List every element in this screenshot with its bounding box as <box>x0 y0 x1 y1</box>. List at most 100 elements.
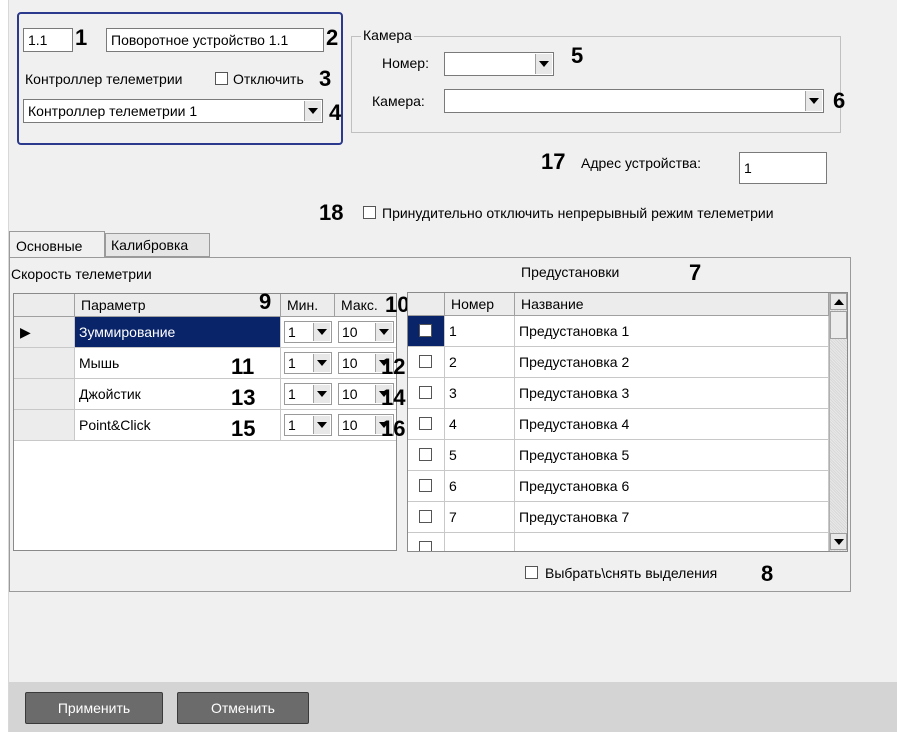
preset-checkbox[interactable] <box>419 386 432 399</box>
table-row-partial[interactable] <box>408 533 829 551</box>
force-disable-checkbox[interactable] <box>363 206 376 219</box>
preset-check-cell[interactable] <box>408 471 445 501</box>
chevron-down-icon[interactable] <box>805 91 822 111</box>
tab-calibration-label: Калибровка <box>111 237 189 253</box>
callout-1: 1 <box>75 25 88 50</box>
preset-checkbox[interactable] <box>419 324 432 337</box>
presets-header-number: Номер <box>445 293 515 316</box>
speed-min-select[interactable]: 1 <box>284 383 332 405</box>
preset-checkbox[interactable] <box>419 448 432 461</box>
preset-check-cell[interactable] <box>408 502 445 532</box>
chevron-down-icon[interactable] <box>535 54 552 74</box>
table-row[interactable]: 3 Предустановка 3 <box>408 378 829 409</box>
preset-name-cell[interactable] <box>515 533 829 551</box>
speed-header-min: Мин. <box>281 294 335 317</box>
preset-number-cell[interactable]: 7 <box>445 502 515 532</box>
callout-13: 13 <box>231 385 256 410</box>
speed-max-select[interactable]: 10 <box>338 321 394 343</box>
preset-name-cell[interactable]: Предустановка 6 <box>515 471 829 501</box>
chevron-down-icon[interactable] <box>313 354 330 372</box>
table-row[interactable]: Мышь 1 10 <box>14 348 396 379</box>
device-id-field[interactable]: 1.1 <box>23 28 73 52</box>
disable-checkbox[interactable] <box>215 72 228 85</box>
chevron-down-icon[interactable] <box>313 416 330 434</box>
camera-number-label: Номер: <box>382 55 429 71</box>
table-row[interactable]: Point&Click 1 10 <box>14 410 396 441</box>
chevron-down-icon[interactable] <box>375 323 392 341</box>
preset-check-cell[interactable] <box>408 533 445 551</box>
callout-3: 3 <box>319 66 332 91</box>
controller-label: Контроллер телеметрии <box>25 71 183 87</box>
table-row[interactable]: 1 Предустановка 1 <box>408 316 829 347</box>
speed-table: Параметр Мин. Макс. ▶ Зуммирование 1 10 … <box>13 293 397 551</box>
preset-name-cell[interactable]: Предустановка 4 <box>515 409 829 439</box>
presets-scrollbar[interactable] <box>829 293 847 551</box>
preset-check-cell[interactable] <box>408 316 445 346</box>
chevron-down-icon[interactable] <box>304 101 321 121</box>
disable-label: Отключить <box>233 71 304 87</box>
preset-checkbox[interactable] <box>419 479 432 492</box>
tab-calibration[interactable]: Калибровка <box>105 233 210 257</box>
preset-number-cell[interactable]: 2 <box>445 347 515 377</box>
preset-number-cell[interactable]: 6 <box>445 471 515 501</box>
scroll-up-button[interactable] <box>830 293 847 310</box>
preset-name-cell[interactable]: Предустановка 7 <box>515 502 829 532</box>
callout-16: 16 <box>381 416 406 441</box>
apply-button[interactable]: Применить <box>25 692 163 724</box>
preset-check-cell[interactable] <box>408 440 445 470</box>
device-name-field[interactable]: Поворотное устройство 1.1 <box>106 28 324 52</box>
callout-12: 12 <box>381 354 406 379</box>
callout-6: 6 <box>833 88 846 113</box>
scroll-down-button[interactable] <box>830 533 847 550</box>
chevron-up-icon <box>833 298 844 305</box>
preset-name-cell[interactable]: Предустановка 1 <box>515 316 829 346</box>
tab-main[interactable]: Основные <box>9 231 105 258</box>
chevron-down-icon[interactable] <box>313 385 330 403</box>
chevron-down-icon[interactable] <box>313 323 330 341</box>
address-label: Адрес устройства: <box>581 155 701 171</box>
row-selector[interactable] <box>14 379 75 409</box>
preset-checkbox[interactable] <box>419 510 432 523</box>
row-selector[interactable] <box>14 348 75 378</box>
preset-number-cell[interactable]: 3 <box>445 378 515 408</box>
preset-checkbox[interactable] <box>419 355 432 368</box>
camera-select[interactable] <box>444 89 824 113</box>
force-disable-label: Принудительно отключить непрерывный режи… <box>382 205 774 221</box>
preset-check-cell[interactable] <box>408 347 445 377</box>
preset-number-cell[interactable]: 5 <box>445 440 515 470</box>
camera-number-select[interactable] <box>444 52 554 76</box>
callout-7: 7 <box>689 260 702 285</box>
preset-name-cell[interactable]: Предустановка 5 <box>515 440 829 470</box>
preset-name-cell[interactable]: Предустановка 2 <box>515 347 829 377</box>
select-all-checkbox[interactable] <box>525 566 538 579</box>
preset-check-cell[interactable] <box>408 378 445 408</box>
preset-number-cell[interactable]: 1 <box>445 316 515 346</box>
callout-4: 4 <box>329 100 342 125</box>
preset-number-cell[interactable] <box>445 533 515 551</box>
cancel-button[interactable]: Отменить <box>177 692 309 724</box>
table-row[interactable]: Джойстик 1 10 <box>14 379 396 410</box>
preset-name-cell[interactable]: Предустановка 3 <box>515 378 829 408</box>
presets-title: Предустановки <box>521 264 620 280</box>
speed-min-select[interactable]: 1 <box>284 352 332 374</box>
preset-check-cell[interactable] <box>408 409 445 439</box>
speed-corner-header <box>14 294 75 317</box>
speed-min-select[interactable]: 1 <box>284 321 332 343</box>
speed-param-cell[interactable]: Зуммирование <box>75 317 281 347</box>
table-row[interactable]: ▶ Зуммирование 1 10 <box>14 317 396 348</box>
table-row[interactable]: 2 Предустановка 2 <box>408 347 829 378</box>
scroll-thumb[interactable] <box>830 311 847 339</box>
controller-select[interactable]: Контроллер телеметрии 1 <box>23 99 323 123</box>
table-row[interactable]: 7 Предустановка 7 <box>408 502 829 533</box>
speed-min-select[interactable]: 1 <box>284 414 332 436</box>
callout-9: 9 <box>259 289 272 314</box>
address-field[interactable]: 1 <box>739 152 827 184</box>
table-row[interactable]: 4 Предустановка 4 <box>408 409 829 440</box>
preset-number-cell[interactable]: 4 <box>445 409 515 439</box>
row-selector[interactable] <box>14 410 75 440</box>
preset-checkbox[interactable] <box>419 417 432 430</box>
table-row[interactable]: 5 Предустановка 5 <box>408 440 829 471</box>
table-row[interactable]: 6 Предустановка 6 <box>408 471 829 502</box>
row-selector[interactable]: ▶ <box>14 317 75 347</box>
preset-checkbox[interactable] <box>419 541 432 551</box>
